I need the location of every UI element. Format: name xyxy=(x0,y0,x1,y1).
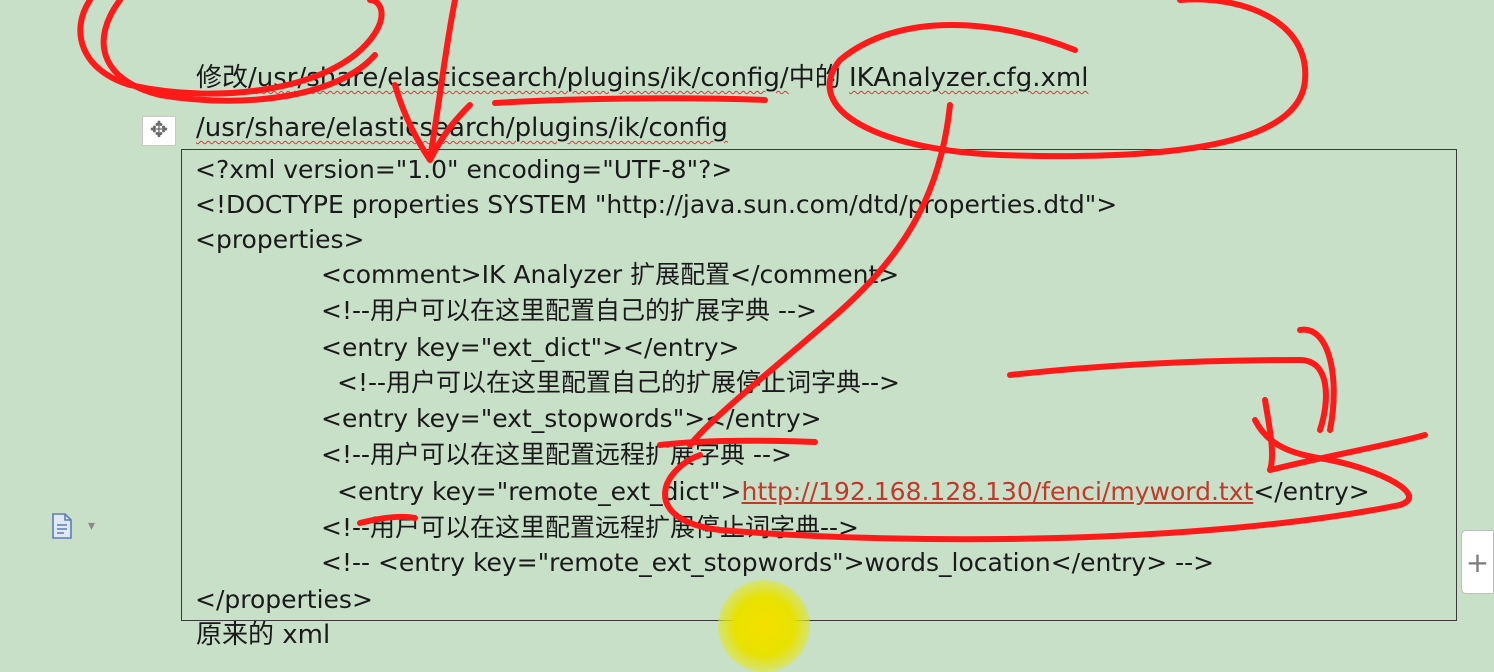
annot-underline xyxy=(492,95,768,106)
code-line-5: <!--用户可以在这里配置自己的扩展字典 --> xyxy=(321,296,817,325)
code-line-10: <entry key="remote_ext_dict">http://192.… xyxy=(337,474,1370,510)
code-line-2: <!DOCTYPE properties SYSTEM "http://java… xyxy=(195,190,1118,219)
code-line-1: <?xml version="1.0" encoding="UTF-8"?> xyxy=(195,155,733,184)
code-line-4: <comment>IK Analyzer 扩展配置</comment> xyxy=(321,260,900,289)
add-button[interactable]: + xyxy=(1461,530,1494,594)
table-move-handle[interactable]: ✥ xyxy=(142,116,176,146)
below-box-text: 原来的 xml xyxy=(196,620,331,650)
code-line-8: <entry key="ext_stopwords"></entry> xyxy=(321,404,822,433)
remote-dict-link[interactable]: http://192.168.128.130/fenci/myword.txt xyxy=(742,477,1254,506)
heading-path: /usr/share/elasticsearch/plugins/ik/conf… xyxy=(248,63,789,93)
code-line-3: <properties> xyxy=(195,225,365,254)
path-line: /usr/share/elasticsearch/plugins/ik/conf… xyxy=(196,108,728,148)
remote-dict-close: </entry> xyxy=(1253,477,1370,506)
chevron-down-icon[interactable]: ▾ xyxy=(88,518,95,534)
code-line-11: <!--用户可以在这里配置远程扩展停止词字典--> xyxy=(321,513,860,542)
move-handle-icon: ✥ xyxy=(149,118,169,143)
plus-icon: + xyxy=(1465,545,1490,579)
code-line-7: <!--用户可以在这里配置自己的扩展停止词字典--> xyxy=(337,368,901,397)
code-line-9: <!--用户可以在这里配置远程扩展字典 --> xyxy=(321,440,792,469)
code-line-12: <!-- <entry key="remote_ext_stopwords">w… xyxy=(321,548,1215,577)
document-page: 修改/usr/share/elasticsearch/plugins/ik/co… xyxy=(0,0,1494,672)
document-icon[interactable] xyxy=(50,512,74,540)
heading-file: IKAnalyzer.cfg.xml xyxy=(848,63,1089,93)
remote-dict-open: <entry key="remote_ext_dict"> xyxy=(337,477,742,506)
cursor-highlight xyxy=(718,580,810,672)
code-line-13: </properties> xyxy=(195,585,373,614)
path-text: /usr/share/elasticsearch/plugins/ik/conf… xyxy=(196,113,728,143)
code-table-cell[interactable]: <?xml version="1.0" encoding="UTF-8"?> <… xyxy=(181,149,1457,621)
heading-prefix: 修改 xyxy=(196,63,249,93)
heading-line: 修改/usr/share/elasticsearch/plugins/ik/co… xyxy=(196,58,1088,98)
heading-middle: 中的 xyxy=(788,63,841,93)
code-line-6: <entry key="ext_dict"></entry> xyxy=(321,333,740,362)
